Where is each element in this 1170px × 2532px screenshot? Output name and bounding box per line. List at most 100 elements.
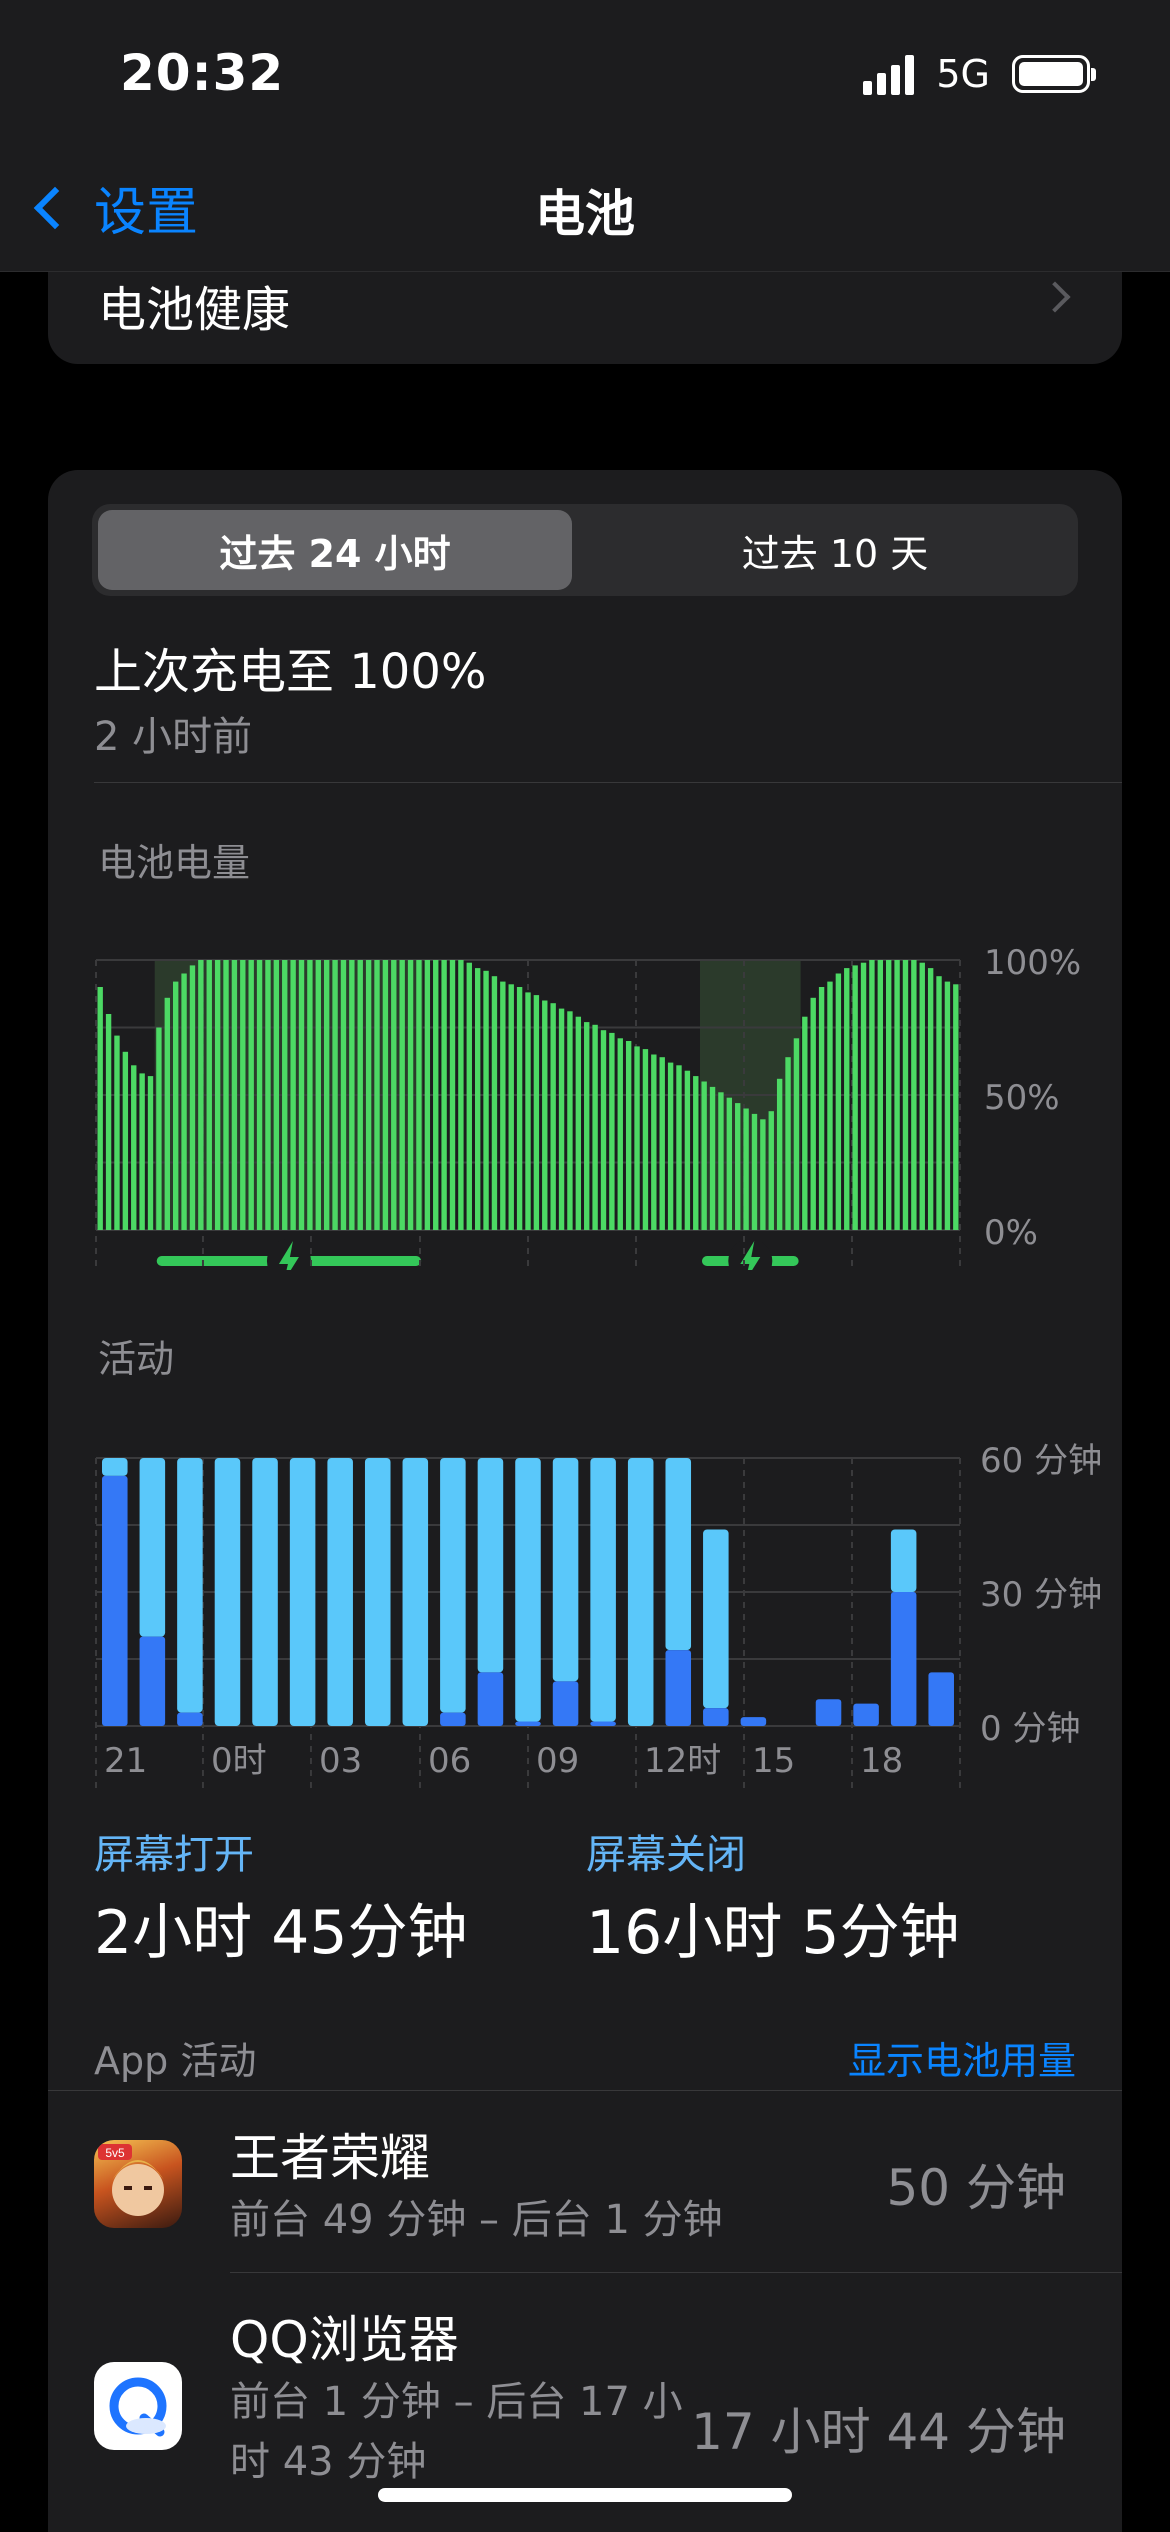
activity-bar-screen-off — [703, 1529, 729, 1709]
activity-bar-screen-off — [665, 1458, 692, 1651]
show-battery-usage-link[interactable]: 显示电池用量 — [848, 2030, 1076, 2085]
battery-bar — [231, 960, 238, 1230]
divider — [94, 782, 1122, 783]
x-tick-label: 09 — [536, 1741, 579, 1781]
battery-bar — [693, 1076, 699, 1230]
activity-bar-screen-on — [477, 1672, 504, 1726]
activity-chart[interactable]: 60 分钟30 分钟0 分钟210时03060912时15184月22日 — [48, 1370, 1122, 1790]
status-indicators: 5G — [863, 52, 1096, 96]
last-charge-title: 上次充电至 100% — [94, 644, 487, 700]
battery-bar — [156, 1027, 162, 1230]
battery-bar — [751, 1113, 758, 1230]
activity-bar-screen-off — [214, 1458, 241, 1726]
segment-24-hours[interactable]: 过去 24 小时 — [98, 510, 572, 590]
battery-bar — [399, 960, 405, 1230]
activity-bar-screen-off — [289, 1458, 316, 1726]
time-range-segmented-control[interactable]: 过去 24 小时 过去 10 天 — [92, 504, 1078, 596]
segment-10-days[interactable]: 过去 10 天 — [598, 510, 1072, 590]
battery-bar — [147, 1076, 154, 1230]
y-tick-label: 100% — [984, 943, 1081, 983]
battery-bar — [802, 1016, 808, 1230]
activity-bar-screen-on — [815, 1699, 842, 1726]
activity-bar-screen-on — [703, 1708, 729, 1726]
battery-bar — [340, 960, 347, 1230]
battery-bar — [927, 968, 934, 1230]
app-usage-detail: 前台 1 分钟 – 后台 17 小时 43 分钟 — [230, 2379, 683, 2485]
battery-bar — [525, 992, 531, 1230]
battery-bar — [676, 1065, 682, 1230]
battery-bar — [852, 965, 858, 1230]
battery-bar — [323, 960, 330, 1230]
battery-bar — [164, 997, 170, 1230]
battery-bar — [827, 981, 833, 1230]
battery-bar — [667, 1062, 674, 1230]
x-tick-label: 03 — [319, 1741, 362, 1781]
screen-on-value: 2小时 45分钟 — [94, 1898, 468, 1968]
activity-bar-screen-off — [102, 1458, 128, 1476]
battery-bar — [449, 960, 456, 1230]
battery-bar — [273, 960, 280, 1230]
browser-icon — [94, 2362, 182, 2450]
activity-bar-screen-off — [177, 1458, 203, 1713]
battery-bar — [365, 960, 372, 1230]
battery-bar — [483, 970, 489, 1230]
battery-bar — [709, 1086, 716, 1230]
activity-bar-screen-off — [590, 1458, 616, 1722]
activity-bar-screen-on — [853, 1703, 879, 1726]
activity-bar-screen-off — [477, 1458, 504, 1673]
battery-bar — [726, 1097, 733, 1230]
battery-bar — [659, 1057, 665, 1230]
battery-bar — [105, 1014, 112, 1230]
x-tick-label: 15 — [752, 1741, 795, 1781]
battery-bar — [911, 960, 917, 1230]
app-row-honor-of-kings[interactable]: 5v5 王者荣耀 前台 49 分钟 – 后台 1 分钟 50 分钟 — [48, 2090, 1122, 2272]
battery-bar — [634, 1046, 640, 1230]
app-usage-time: 17 小时 44 分钟 — [691, 2403, 1066, 2461]
app-usage-time: 50 分钟 — [886, 2159, 1066, 2217]
battery-bar — [290, 960, 296, 1230]
screen-on-label: 屏幕打开 — [94, 1832, 254, 1878]
battery-bar — [533, 995, 540, 1230]
activity-bar-screen-on — [740, 1717, 767, 1726]
battery-bar — [181, 973, 187, 1230]
battery-bar — [617, 1038, 623, 1230]
battery-bar — [953, 984, 959, 1230]
battery-bar — [768, 1111, 774, 1230]
activity-bar-screen-off — [552, 1458, 579, 1682]
status-time: 20:32 — [120, 44, 285, 102]
battery-bar — [860, 962, 867, 1230]
battery-bar — [307, 960, 313, 1230]
battery-bar — [567, 1011, 573, 1230]
app-row-qq-browser[interactable]: QQ浏览器 前台 1 分钟 – 后台 17 小时 43 分钟 17 小时 44 … — [48, 2272, 1122, 2522]
battery-bar — [248, 960, 254, 1230]
activity-bar-screen-off — [139, 1458, 166, 1637]
activity-bar-screen-on — [928, 1672, 954, 1726]
battery-bar — [651, 1054, 657, 1230]
activity-bar-screen-on — [139, 1636, 166, 1726]
activity-bar-screen-off — [327, 1458, 353, 1726]
activity-bar-screen-on — [552, 1681, 579, 1726]
app-usage-detail: 前台 49 分钟 – 后台 1 分钟 — [230, 2197, 723, 2243]
activity-bar-screen-off — [440, 1458, 466, 1713]
battery-level-chart[interactable]: 100%50%0%210时03060912时1518 — [48, 870, 1122, 1270]
battery-bar — [97, 987, 103, 1230]
battery-bar — [466, 962, 472, 1230]
battery-bar — [424, 960, 431, 1230]
battery-bar — [558, 1008, 565, 1230]
battery-bar — [835, 973, 842, 1230]
activity-bar-screen-off — [515, 1458, 541, 1722]
battery-icon — [1012, 55, 1096, 93]
activity-bar-screen-off — [252, 1458, 278, 1726]
y-tick-label: 0% — [984, 1213, 1038, 1253]
battery-bar — [810, 997, 816, 1230]
activity-bar-screen-on — [102, 1475, 128, 1726]
battery-bar — [944, 981, 951, 1230]
battery-bar — [844, 968, 850, 1230]
battery-bar — [433, 960, 439, 1230]
battery-bar — [282, 960, 288, 1230]
battery-bar — [491, 976, 498, 1230]
battery-bar — [785, 1057, 791, 1230]
battery-bar — [407, 960, 414, 1230]
cellular-signal-icon — [863, 53, 915, 95]
activity-bar-screen-on — [665, 1650, 692, 1726]
